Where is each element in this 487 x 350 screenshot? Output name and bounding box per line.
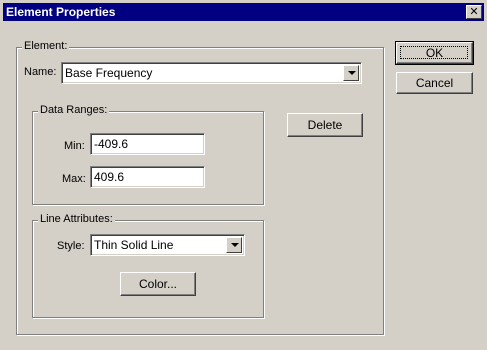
style-label: Style: — [57, 240, 85, 252]
delete-button[interactable]: Delete — [287, 113, 363, 137]
data-ranges-group: Data Ranges: — [32, 104, 264, 205]
style-combobox[interactable]: Thin Solid Line — [90, 234, 245, 256]
min-label: Min: — [64, 140, 85, 152]
color-button[interactable]: Color... — [120, 272, 196, 296]
element-properties-dialog: Element Properties ✕ Element: Name: Base… — [0, 0, 487, 350]
cancel-button-label: Cancel — [415, 76, 454, 90]
max-label: Max: — [62, 173, 86, 185]
min-value: -409.6 — [94, 137, 129, 151]
focus-rectangle — [400, 46, 468, 59]
data-ranges-group-label: Data Ranges: — [38, 104, 110, 116]
line-attributes-group-label: Line Attributes: — [38, 213, 115, 225]
style-value: Thin Solid Line — [94, 238, 174, 252]
max-input[interactable]: 409.6 — [90, 166, 205, 188]
ok-button[interactable]: OK — [395, 41, 474, 65]
name-value: Base Frequency — [65, 66, 153, 80]
color-button-label: Color... — [138, 277, 177, 291]
title-bar[interactable]: Element Properties ✕ — [3, 3, 484, 21]
close-icon: ✕ — [469, 6, 479, 18]
chevron-down-icon[interactable] — [226, 237, 242, 253]
name-label: Name: — [24, 66, 57, 78]
window-title: Element Properties — [6, 5, 116, 19]
chevron-down-icon[interactable] — [343, 65, 359, 81]
min-input[interactable]: -409.6 — [90, 133, 205, 155]
max-value: 409.6 — [94, 170, 125, 184]
delete-button-label: Delete — [307, 118, 343, 132]
name-combobox[interactable]: Base Frequency — [61, 62, 362, 84]
close-button[interactable]: ✕ — [466, 5, 482, 19]
element-group-label: Element: — [22, 40, 70, 52]
cancel-button[interactable]: Cancel — [396, 72, 473, 94]
